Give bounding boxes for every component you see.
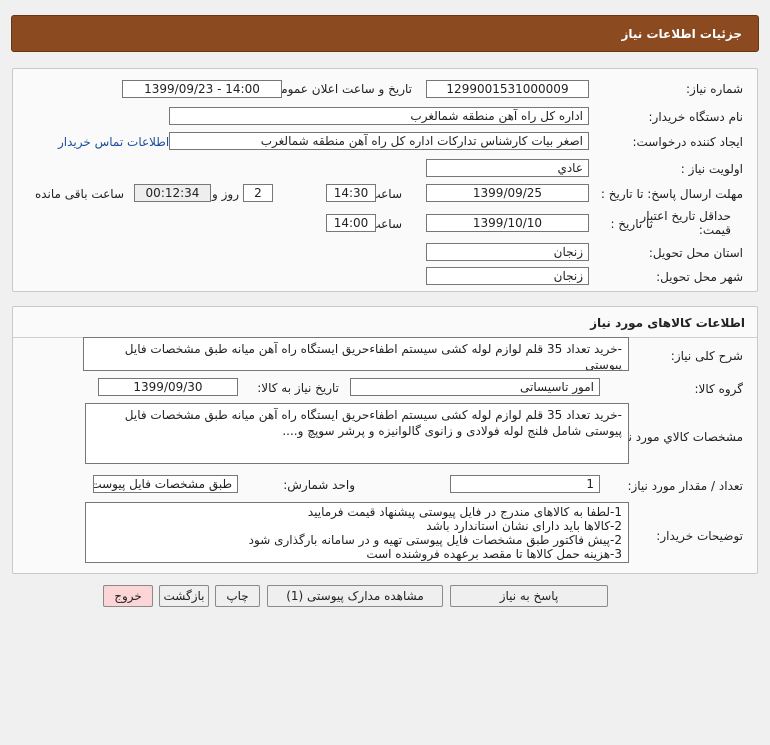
validity-label-2: قیمت: [698,223,731,237]
back-button[interactable]: بازگشت [159,585,209,607]
note-line: 2-کالاها باید دارای نشان استاندارد باشد [426,519,622,533]
need-details-panel: شماره نیاز: 1299001531000009 تاریخ و ساع… [12,68,758,292]
group-label: گروه کالا: [694,382,744,396]
creator-label: ایجاد کننده درخواست: [632,135,743,149]
city-label: شهر محل تحویل: [656,270,743,284]
need-date-field: 1399/09/30 [98,378,238,396]
qty-field: 1 [450,475,600,493]
note-line: 1-لطفا به کالاهای مندرج در فایل پیوستی پ… [307,505,622,519]
specs-field: -خرید تعداد 35 قلم لوازم لوله کشی سیستم … [85,403,629,464]
need-number-field: 1299001531000009 [426,80,589,98]
reply-button[interactable]: پاسخ به نیاز [450,585,608,607]
summary-field: -خرید تعداد 35 قلم لوازم لوله کشی سیستم … [83,337,629,371]
qty-label: تعداد / مقدار مورد نیاز: [627,479,743,493]
summary-label: شرح کلی نیاز: [670,349,743,363]
goods-panel: اطلاعات کالاهای مورد نیاز شرح کلی نیاز: … [12,306,758,574]
deadline-time-field: 14:30 [326,184,376,202]
buyer-contact-link[interactable]: اطلاعات تماس خریدار [58,135,169,149]
buyer-field: اداره کل راه آهن منطقه شمالغرب [169,107,589,125]
print-button[interactable]: چاپ [215,585,260,607]
days-field: 2 [243,184,273,202]
priority-field: عادي [426,159,589,177]
group-field: امور تاسیساتی [350,378,600,396]
notes-label: توضیحات خریدار: [656,529,743,543]
unit-label: واحد شمارش: [283,478,355,492]
validity-time-field: 14:00 [326,214,376,232]
validity-date-field: 1399/10/10 [426,214,589,232]
exit-button[interactable]: خروج [103,585,153,607]
priority-label: اولویت نیاز : [680,162,743,176]
specs-label: مشخصات کالاي مورد نیاز: [611,430,743,444]
need-date-label: تاریخ نیاز به کالا: [257,381,339,395]
validity-label-1: حداقل تاریخ اعتبار [640,209,731,223]
notes-field: 1-لطفا به کالاهای مندرج در فایل پیوستی پ… [85,502,629,563]
page-title-bar: جزئیات اطلاعات نیاز [11,15,759,52]
province-label: استان محل تحویل: [648,246,743,260]
remaining-suffix: ساعت باقی مانده [34,187,124,201]
view-attachments-button[interactable]: مشاهده مدارک پیوستی (1) [267,585,443,607]
deadline-date-field: 1399/09/25 [426,184,589,202]
page-title: جزئیات اطلاعات نیاز [621,27,742,41]
unit-field: طبق مشخصات فایل پیوست [93,475,238,493]
need-number-label: شماره نیاز: [686,82,743,96]
remaining-time-field: 00:12:34 [134,184,211,202]
note-line: 2-پیش فاکتور طبق مشخصات فایل پیوستی تهیه… [248,533,622,547]
days-suffix: روز و [212,187,239,201]
city-field: زنجان [426,267,589,285]
province-field: زنجان [426,243,589,261]
validity-to-label: تا تاریخ : [610,217,653,231]
announce-label: تاریخ و ساعت اعلان عمومی: [267,82,412,96]
goods-heading: اطلاعات کالاهای مورد نیاز [590,316,745,330]
creator-field: اصغر بیات کارشناس تدارکات اداره کل راه آ… [169,132,589,150]
note-line: 3-هزینه حمل کالاها تا مقصد برعهده فروشند… [366,547,622,561]
announce-field: 1399/09/23 - 14:00 [122,80,282,98]
buyer-label: نام دستگاه خریدار: [648,110,744,124]
deadline-label: مهلت ارسال پاسخ: تا تاریخ : [600,187,743,201]
